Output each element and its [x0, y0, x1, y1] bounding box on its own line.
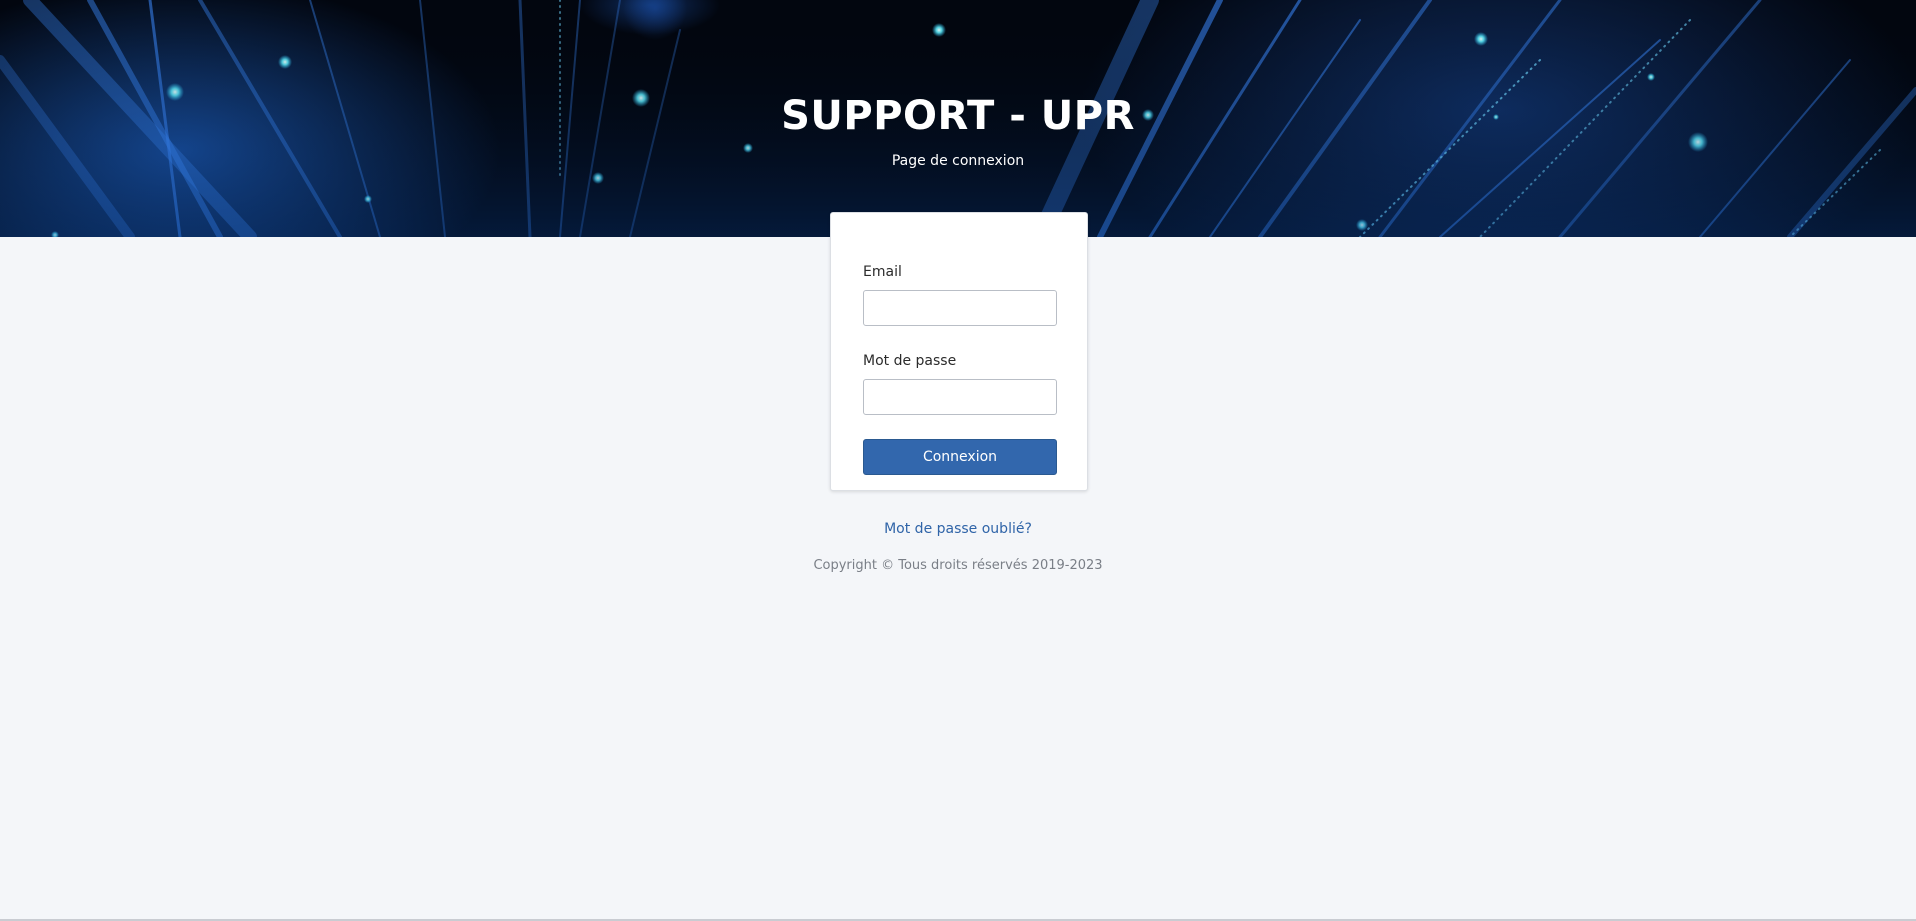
forgot-password-link[interactable]: Mot de passe oublié?: [884, 521, 1032, 537]
login-card: Email Mot de passe Connexion: [830, 212, 1088, 491]
page-title: SUPPORT - UPR: [781, 93, 1135, 139]
password-field[interactable]: [863, 379, 1057, 415]
login-button[interactable]: Connexion: [863, 439, 1057, 475]
email-label: Email: [863, 264, 902, 280]
header-banner: SUPPORT - UPR Page de connexion: [0, 0, 1916, 237]
password-label: Mot de passe: [863, 353, 957, 369]
email-field[interactable]: [863, 290, 1057, 326]
copyright-text: Copyright © Tous droits réservés 2019-20…: [813, 558, 1103, 573]
forgot-password-container: Mot de passe oublié?: [0, 520, 1916, 538]
page-subtitle: Page de connexion: [891, 153, 1025, 169]
